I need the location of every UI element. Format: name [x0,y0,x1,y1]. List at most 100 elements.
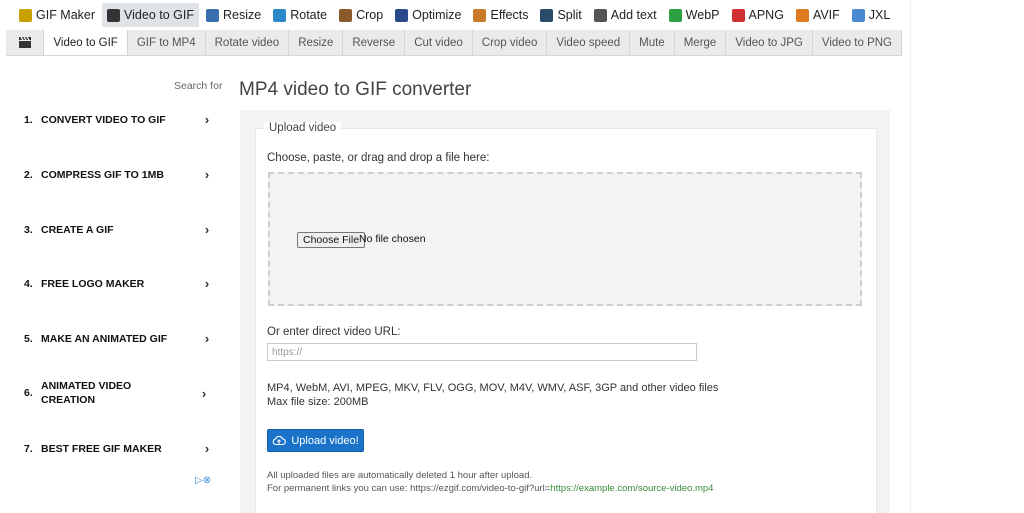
sidebar-item-number: 6. [24,387,33,399]
sidebar-item-label: FREE LOGO MAKER [41,277,145,290]
topnav-label: APNG [748,8,784,22]
sidebar-item-label: COMPRESS GIF TO 1MB [41,168,164,181]
topnav-item-jxl[interactable]: JXL [847,3,896,27]
auto-delete-note: All uploaded files are automatically del… [267,470,533,481]
url-label: Or enter direct video URL: [267,326,401,338]
topnav-item-webp[interactable]: WebP [664,3,725,27]
video-url-input[interactable] [267,343,697,361]
topnav-item-avif[interactable]: AVIF [791,3,845,27]
permanent-link-prefix: For permanent links you can use: https:/… [267,483,551,494]
topnav-item-add-text[interactable]: Add text [589,3,662,27]
upload-legend: Upload video [264,122,342,134]
chevron-right-icon: › [204,331,210,346]
avif-icon [795,8,809,22]
topnav-label: Effects [490,8,529,22]
subnav-tab-gif-to-mp4[interactable]: GIF to MP4 [128,30,206,55]
crop-icon [339,8,353,22]
chevron-right-icon: › [204,167,210,182]
page-divider [910,0,911,513]
topnav-label: Rotate [290,8,328,22]
chevron-right-icon: › [204,441,210,456]
resize-icon [206,8,219,22]
add-text-icon [593,8,607,22]
subnav-tab-video-speed[interactable]: Video speed [547,30,631,55]
sidebar-item-label: BEST FREE GIF MAKER [41,442,162,455]
sub-nav: Video to GIF GIF to MP4 Rotate video Resize… [6,30,902,56]
topnav-item-gif-maker[interactable]: GIF Maker [14,3,100,27]
topnav-label: Split [557,8,582,22]
topnav-item-resize[interactable]: Resize [201,3,266,27]
sidebar-item[interactable]: 2. COMPRESS GIF TO 1MB › [24,167,214,182]
sidebar-item-number: 4. [24,277,33,290]
apng-icon [731,8,745,22]
video-icon [107,8,121,22]
topnav-label: JXL [868,8,891,22]
search-for-label: Search for [174,80,223,92]
topnav-label: Crop [356,8,384,22]
topnav-label: Optimize [412,8,462,22]
topnav-item-rotate[interactable]: Rotate [268,3,332,27]
subnav-tab-resize[interactable]: Resize [289,30,344,55]
topnav-label: AVIF [812,8,840,22]
split-icon [540,8,554,22]
subnav-tab-merge[interactable]: Merge [675,30,727,55]
permanent-link-note: For permanent links you can use: https:/… [267,483,713,494]
max-file-size: Max file size: 200MB [267,396,369,408]
rotate-icon [273,8,287,22]
supported-formats: MP4, WebM, AVI, MPEG, MKV, FLV, OGG, MOV… [267,382,719,394]
sidebar-item-number: 5. [24,332,33,345]
jxl-icon [851,8,865,22]
subnav-tab-reverse[interactable]: Reverse [343,30,406,55]
file-status: No file chosen [359,233,426,245]
chevron-right-icon: › [204,276,210,291]
chevron-right-icon: › [201,385,207,401]
upload-button-label: Upload video! [291,434,359,447]
topnav-label: WebP [685,8,720,22]
subnav-tab-video-to-png[interactable]: Video to PNG [813,30,902,55]
topnav-item-optimize[interactable]: Optimize [390,3,466,27]
chevron-right-icon: › [204,112,210,127]
topnav-label: Video to GIF [124,8,194,22]
clapperboard-icon[interactable] [6,30,45,55]
sidebar-item[interactable]: 5. MAKE AN ANIMATED GIF › [24,331,214,346]
subnav-tab-crop-video[interactable]: Crop video [473,30,548,55]
page-title: MP4 video to GIF converter [239,79,472,100]
subnav-tab-cut-video[interactable]: Cut video [405,30,473,55]
sidebar-item-number: 2. [24,168,33,181]
sidebar-item-label: MAKE AN ANIMATED GIF [41,332,168,345]
topnav-item-crop[interactable]: Crop [334,3,388,27]
subnav-tab-video-to-jpg[interactable]: Video to JPG [726,30,813,55]
chevron-right-icon: › [204,222,210,237]
sidebar-item-number: 7. [24,442,33,455]
sidebar-item[interactable]: 3. CREATE A GIF › [24,222,214,237]
topnav-item-apng[interactable]: APNG [727,3,789,27]
topnav-item-video-to-gif[interactable]: Video to GIF [102,3,199,27]
topnav-item-split[interactable]: Split [535,3,586,27]
sidebar-item-label: CREATE A GIF [41,223,114,236]
cloud-upload-icon [273,435,287,446]
sidebar-item[interactable]: 1. CONVERT VIDEO TO GIF › [24,112,214,127]
subnav-tab-rotate-video[interactable]: Rotate video [206,30,290,55]
sidebar-item-number: 1. [24,113,33,126]
subnav-tab-video-to-gif[interactable]: Video to GIF [44,30,128,55]
effects-icon [473,8,487,22]
gif-maker-icon [19,8,32,22]
sidebar-item-label: ANIMATED VIDEO CREATION [41,380,132,406]
webp-icon [668,8,682,22]
sidebar-item-label: CONVERT VIDEO TO GIF [41,113,166,126]
sidebar-item[interactable]: 7. BEST FREE GIF MAKER › [24,441,214,456]
ad-choices-icon[interactable]: ▷⊗ [195,475,211,486]
upload-video-button[interactable]: Upload video! [267,429,364,452]
topnav-label: GIF Maker [36,8,96,22]
topnav-label: Resize [223,8,262,22]
subnav-tab-mute[interactable]: Mute [630,30,675,55]
optimize-icon [395,8,409,22]
sidebar-item[interactable]: 4. FREE LOGO MAKER › [24,276,214,291]
choose-file-label: Choose, paste, or drag and drop a file h… [267,152,490,164]
topnav-label: Add text [610,8,657,22]
sidebar-item[interactable]: 6. ANIMATED VIDEO CREATION › [24,379,214,407]
topnav-item-effects[interactable]: Effects [468,3,533,27]
choose-file-button[interactable]: Choose File [297,232,366,248]
sidebar-item-number: 3. [24,223,33,236]
example-video-link[interactable]: https://example.com/source-video.mp4 [550,483,713,494]
